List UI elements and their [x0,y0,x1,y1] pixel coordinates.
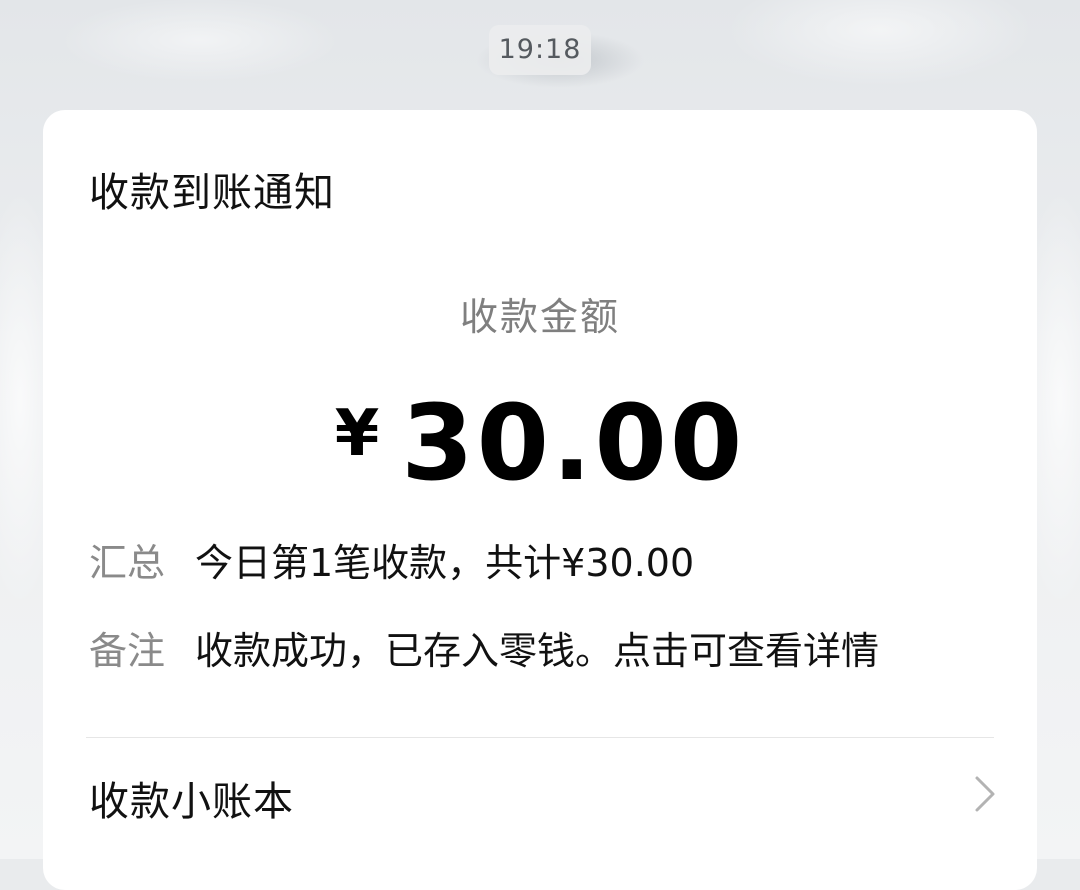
summary-row: 汇总 今日第1笔收款，共计¥30.00 [89,532,694,587]
ledger-link[interactable]: 收款小账本 [43,738,1037,850]
amount-label: 收款金额 [459,295,620,339]
currency-symbol: ¥ [334,397,380,471]
remark-label: 备注 [89,629,166,673]
remark-row: 备注 收款成功，已存入零钱。点击可查看详情 [89,620,879,675]
summary-value: 今日第1笔收款，共计¥30.00 [195,541,695,585]
summary-label: 汇总 [89,541,166,585]
chevron-right-icon [975,776,995,812]
amount-display: ¥30.00 [43,382,1037,504]
amount-value: 30.00 [401,382,746,504]
remark-value: 收款成功，已存入零钱。点击可查看详情 [195,629,880,673]
ledger-link-label: 收款小账本 [89,779,294,825]
payment-notification-card[interactable]: 收款到账通知 收款金额 ¥30.00 汇总 今日第1笔收款，共计¥30.00 备注… [43,110,1037,890]
notification-title: 收款到账通知 [89,170,335,216]
message-timestamp: 19:18 [489,25,591,75]
